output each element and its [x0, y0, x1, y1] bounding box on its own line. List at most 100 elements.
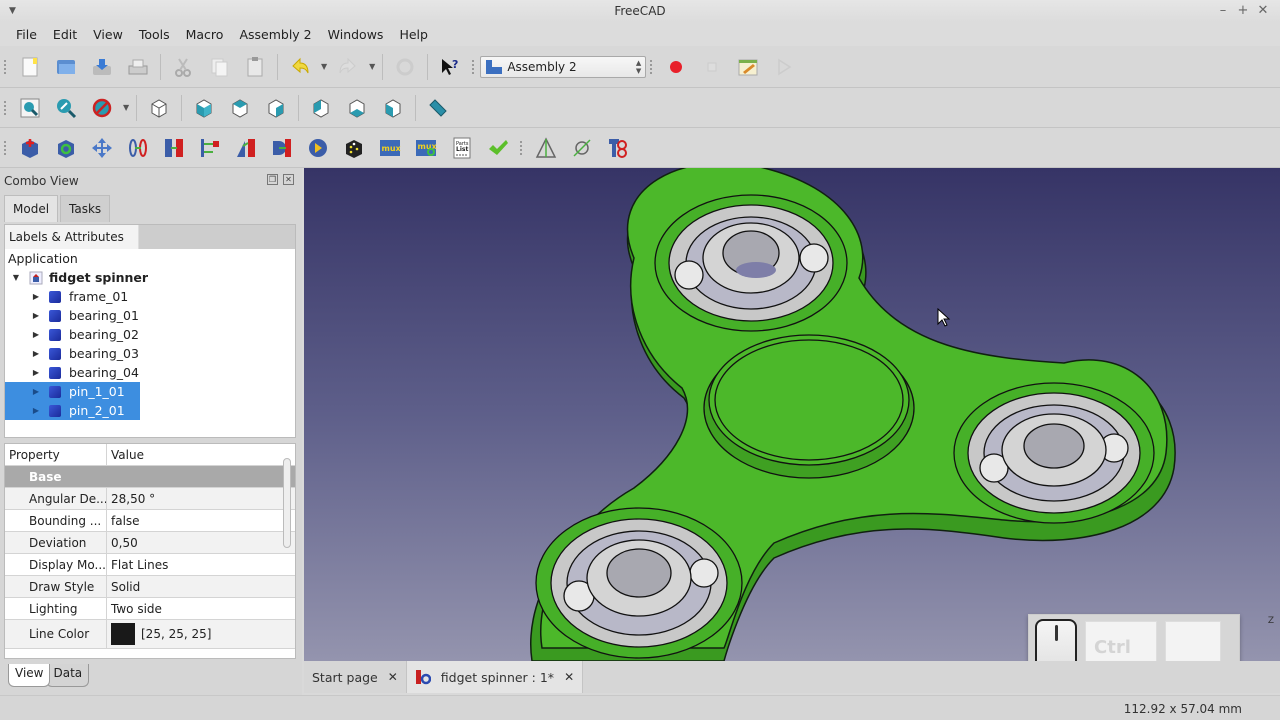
fit-selection-button[interactable]: [53, 95, 79, 121]
property-row[interactable]: Display Mo... Flat Lines: [5, 554, 295, 576]
edit-macro-button[interactable]: [735, 54, 761, 80]
plane-constraint-button[interactable]: [161, 135, 187, 161]
tab-model[interactable]: Model: [4, 195, 59, 222]
workbench-selector[interactable]: Assembly 2 ▲ ▼: [480, 55, 647, 78]
toolbar-grip[interactable]: [4, 140, 8, 155]
tree-root[interactable]: Application: [5, 249, 295, 268]
toolbar-grip[interactable]: [472, 59, 476, 74]
tab-fidget-spinner[interactable]: fidget spinner : 1* ✕: [405, 661, 584, 693]
draw-style-dropdown-icon[interactable]: ▼: [123, 103, 129, 112]
view-isometric-button[interactable]: [146, 95, 172, 121]
axial-constraint-button[interactable]: [197, 135, 223, 161]
window-menu-icon[interactable]: ▼: [9, 0, 16, 22]
measure-button[interactable]: [425, 95, 451, 121]
expand-arrow-icon[interactable]: ▶: [31, 330, 41, 339]
copy-button[interactable]: [206, 54, 232, 80]
tree-item-pin-2-01[interactable]: ▶ pin_2_01: [5, 401, 140, 420]
close-panel-icon[interactable]: ✕: [283, 174, 294, 185]
tree-item-pin-1-01[interactable]: ▶ pin_1_01: [5, 382, 140, 401]
property-value-cell[interactable]: Flat Lines: [107, 558, 168, 572]
mux-update-button[interactable]: mux: [413, 135, 439, 161]
view-front-button[interactable]: [191, 95, 217, 121]
expand-arrow-icon[interactable]: ▶: [31, 406, 41, 415]
property-column-header[interactable]: Property: [5, 444, 107, 465]
property-value-cell[interactable]: Solid: [107, 580, 140, 594]
tab-data[interactable]: Data: [46, 664, 90, 687]
tree-column-header[interactable]: Labels & Attributes: [5, 225, 139, 249]
view-rear-button[interactable]: [308, 95, 334, 121]
redo-dropdown-icon[interactable]: ▼: [369, 62, 375, 71]
minimize-icon[interactable]: –: [1214, 0, 1232, 22]
tab-view[interactable]: View: [8, 664, 51, 687]
draw-style-button[interactable]: [89, 95, 115, 121]
property-row[interactable]: Lighting Two side: [5, 598, 295, 620]
toolbar-grip[interactable]: [650, 59, 654, 74]
property-scrollbar[interactable]: [283, 458, 291, 548]
tree-item-bearing-01[interactable]: ▶ bearing_01: [5, 306, 295, 325]
expand-arrow-icon[interactable]: ▶: [31, 387, 41, 396]
expand-arrow-icon[interactable]: ▶: [31, 311, 41, 320]
menu-file[interactable]: File: [8, 27, 45, 42]
menu-help[interactable]: Help: [391, 27, 436, 42]
tree-item-bearing-03[interactable]: ▶ bearing_03: [5, 344, 295, 363]
menu-view[interactable]: View: [85, 27, 131, 42]
mux-button[interactable]: mux: [377, 135, 403, 161]
close-tab-icon[interactable]: ✕: [564, 670, 574, 684]
property-row[interactable]: Draw Style Solid: [5, 576, 295, 598]
refresh-button[interactable]: [392, 54, 418, 80]
cut-button[interactable]: [170, 54, 196, 80]
stop-macro-button[interactable]: [699, 54, 725, 80]
run-macro-button[interactable]: [771, 54, 797, 80]
property-row[interactable]: Bounding ... false: [5, 510, 295, 532]
toolbar-grip[interactable]: [520, 140, 524, 155]
circular-edge-constraint-button[interactable]: [125, 135, 151, 161]
undo-dropdown-icon[interactable]: ▼: [321, 62, 327, 71]
property-row[interactable]: Deviation 0,50: [5, 532, 295, 554]
whats-this-button[interactable]: ?: [437, 54, 463, 80]
value-column-header[interactable]: Value: [107, 448, 144, 462]
maximize-icon[interactable]: +: [1234, 0, 1252, 22]
menu-tools[interactable]: Tools: [131, 27, 178, 42]
property-value-cell[interactable]: Two side: [107, 602, 162, 616]
expand-arrow-icon[interactable]: ▶: [31, 292, 41, 301]
property-value-cell[interactable]: [25, 25, 25]: [107, 623, 211, 645]
import-part-button[interactable]: [17, 135, 43, 161]
record-macro-button[interactable]: [663, 54, 689, 80]
menu-windows[interactable]: Windows: [320, 27, 392, 42]
close-icon[interactable]: ✕: [1254, 0, 1272, 22]
color-swatch[interactable]: [111, 623, 135, 645]
property-value-cell[interactable]: 0,50: [107, 536, 138, 550]
tab-start-page[interactable]: Start page ✕: [304, 661, 406, 693]
menu-edit[interactable]: Edit: [45, 27, 85, 42]
tree-document[interactable]: ▼ fidget spinner: [5, 268, 295, 287]
property-group-base[interactable]: Base: [5, 466, 107, 487]
constraint-viewer-button[interactable]: [605, 135, 631, 161]
fit-all-button[interactable]: [17, 95, 43, 121]
3d-viewport[interactable]: Z: [304, 168, 1280, 661]
open-button[interactable]: [53, 54, 79, 80]
save-button[interactable]: [89, 54, 115, 80]
move-part-button[interactable]: [89, 135, 115, 161]
degrees-of-freedom-button[interactable]: [533, 135, 559, 161]
menu-macro[interactable]: Macro: [178, 27, 232, 42]
solve-button[interactable]: [305, 135, 331, 161]
toolbar-grip[interactable]: [4, 100, 8, 115]
paste-button[interactable]: [242, 54, 268, 80]
tree-item-bearing-02[interactable]: ▶ bearing_02: [5, 325, 295, 344]
view-right-button[interactable]: [263, 95, 289, 121]
close-tab-icon[interactable]: ✕: [388, 670, 398, 684]
collapse-arrow-icon[interactable]: ▼: [11, 273, 21, 282]
angle-constraint-button[interactable]: [233, 135, 259, 161]
tree-item-frame-01[interactable]: ▶ frame_01: [5, 287, 295, 306]
property-row[interactable]: Angular De... 28,50 °: [5, 488, 295, 510]
new-document-button[interactable]: [17, 54, 43, 80]
expand-arrow-icon[interactable]: ▶: [31, 349, 41, 358]
redo-button[interactable]: [335, 54, 361, 80]
parts-list-button[interactable]: Parts List: [449, 135, 475, 161]
tree-item-bearing-04[interactable]: ▶ bearing_04: [5, 363, 295, 382]
property-row[interactable]: Line Color [25, 25, 25]: [5, 620, 295, 649]
view-bottom-button[interactable]: [344, 95, 370, 121]
check-assembly-button[interactable]: [485, 135, 511, 161]
view-top-button[interactable]: [227, 95, 253, 121]
menu-assembly2[interactable]: Assembly 2: [231, 27, 319, 42]
